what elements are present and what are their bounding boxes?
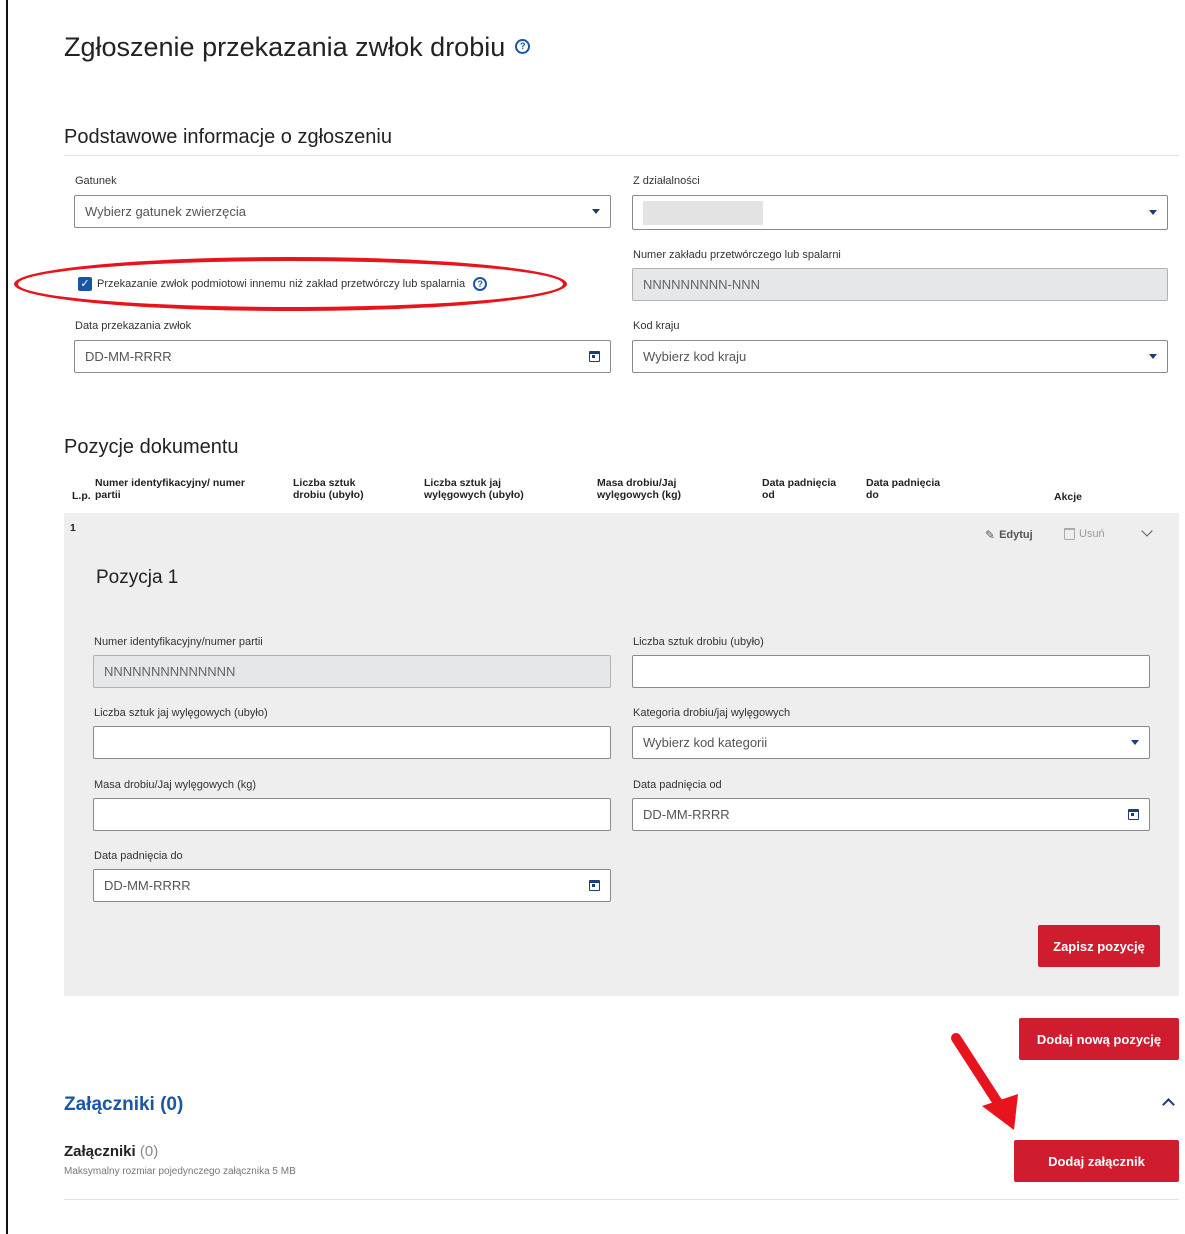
section-title-positions: Pozycje dokumentu [64,436,239,458]
activity-select[interactable] [632,195,1168,230]
col-header-poultry-count: Liczba sztuk drobiu (ubyło) [293,477,364,501]
edit-button[interactable]: ✎ Edytuj [985,528,1033,542]
add-position-button[interactable]: Dodaj nową pozycję [1019,1018,1179,1060]
section-divider [64,1199,1179,1200]
plant-number-field: NNNNNNNNN-NNN [632,268,1168,301]
annotation-oval [14,257,567,311]
date-to-label: Data padnięcia do [94,850,183,862]
pencil-icon: ✎ [985,528,996,542]
delete-button[interactable]: Usuń [1064,528,1105,540]
chevron-up-icon[interactable] [1162,1098,1175,1111]
col-header-actions: Akcje [1054,491,1083,503]
col-header-date-to: Data padnięcia do [866,477,941,501]
date-from-label: Data padnięcia od [633,779,722,791]
delete-label: Usuń [1079,528,1105,540]
country-code-select[interactable]: Wybierz kod kraju [632,340,1168,373]
species-select[interactable]: Wybierz gatunek zwierzęcia [74,195,611,228]
species-label: Gatunek [75,175,117,187]
calendar-icon[interactable] [1128,809,1139,820]
col-header-eggs-count: Liczba sztuk jaj wylęgowych (ubyło) [424,477,524,501]
transfer-date-label: Data przekazania zwłok [75,320,192,332]
section-title-basic: Podstawowe informacje o zgłoszeniu [64,126,392,148]
calendar-icon[interactable] [589,351,600,362]
dropdown-caret-icon [1149,354,1157,359]
transfer-date-placeholder: DD-MM-RRRR [85,349,172,364]
add-attachment-button[interactable]: Dodaj załącznik [1014,1140,1179,1182]
attachments-heading: Załączniki (0) [64,1143,158,1160]
section-divider [64,155,1179,156]
mass-input[interactable] [93,798,611,831]
id-number-field: NNNNNNNNNNNNNN [93,655,611,688]
position-form-title: Pozycja 1 [96,567,179,588]
id-number-label: Numer identyfikacyjny/numer partii [94,636,263,648]
attachments-count: (0) [139,1143,159,1160]
date-from-input[interactable]: DD-MM-RRRR [632,798,1150,831]
col-header-date-from: Data padnięcia od [762,477,837,501]
calendar-icon[interactable] [589,880,600,891]
category-label: Kategoria drobiu/jaj wylęgowych [633,707,791,719]
dropdown-caret-icon [1131,740,1139,745]
activity-redacted-value [643,200,763,225]
col-header-mass: Masa drobiu/Jaj wylęgowych (kg) [597,477,682,501]
eggs-count-input[interactable] [93,726,611,759]
plant-number-value: NNNNNNNNN-NNN [643,277,760,292]
window-border-left [6,0,8,1234]
attachments-hint: Maksymalny rozmiar pojedynczego załączni… [64,1166,296,1177]
date-from-placeholder: DD-MM-RRRR [643,807,730,822]
attachments-label: Załączniki [64,1143,136,1160]
edit-label: Edytuj [999,529,1033,541]
plant-number-label: Numer zakładu przetwórczego lub spalarni [633,249,841,261]
trash-icon [1064,528,1075,540]
date-to-input[interactable]: DD-MM-RRRR [93,869,611,902]
attachments-section-title[interactable]: Załączniki (0) [64,1094,183,1116]
row-number: 1 [70,522,76,534]
poultry-count-input[interactable] [632,655,1150,688]
help-icon[interactable]: ? [515,39,531,55]
page-title: Zgłoszenie przekazania zwłok drobiu? [64,32,531,63]
annotation-arrow [951,1033,1018,1130]
id-number-value: NNNNNNNNNNNNNN [104,664,236,679]
activity-label: Z działalności [633,175,700,187]
dropdown-caret-icon [592,209,600,214]
category-value: Wybierz kod kategorii [643,735,768,750]
eggs-count-label: Liczba sztuk jaj wylęgowych (ubyło) [94,707,268,719]
transfer-date-input[interactable]: DD-MM-RRRR [74,340,611,373]
date-to-placeholder: DD-MM-RRRR [104,878,191,893]
col-header-lp: L.p. [72,490,91,502]
poultry-count-label: Liczba sztuk drobiu (ubyło) [633,636,764,648]
country-code-label: Kod kraju [633,320,680,332]
category-select[interactable]: Wybierz kod kategorii [632,726,1150,759]
species-select-value: Wybierz gatunek zwierzęcia [85,204,247,219]
country-code-value: Wybierz kod kraju [643,349,747,364]
mass-label: Masa drobiu/Jaj wylęgowych (kg) [94,779,257,791]
page-title-text: Zgłoszenie przekazania zwłok drobiu [64,32,506,62]
col-header-id: Numer identyfikacyjny/ numer partii [95,477,245,501]
save-position-button[interactable]: Zapisz pozycję [1038,925,1160,967]
dropdown-caret-icon [1149,210,1157,215]
